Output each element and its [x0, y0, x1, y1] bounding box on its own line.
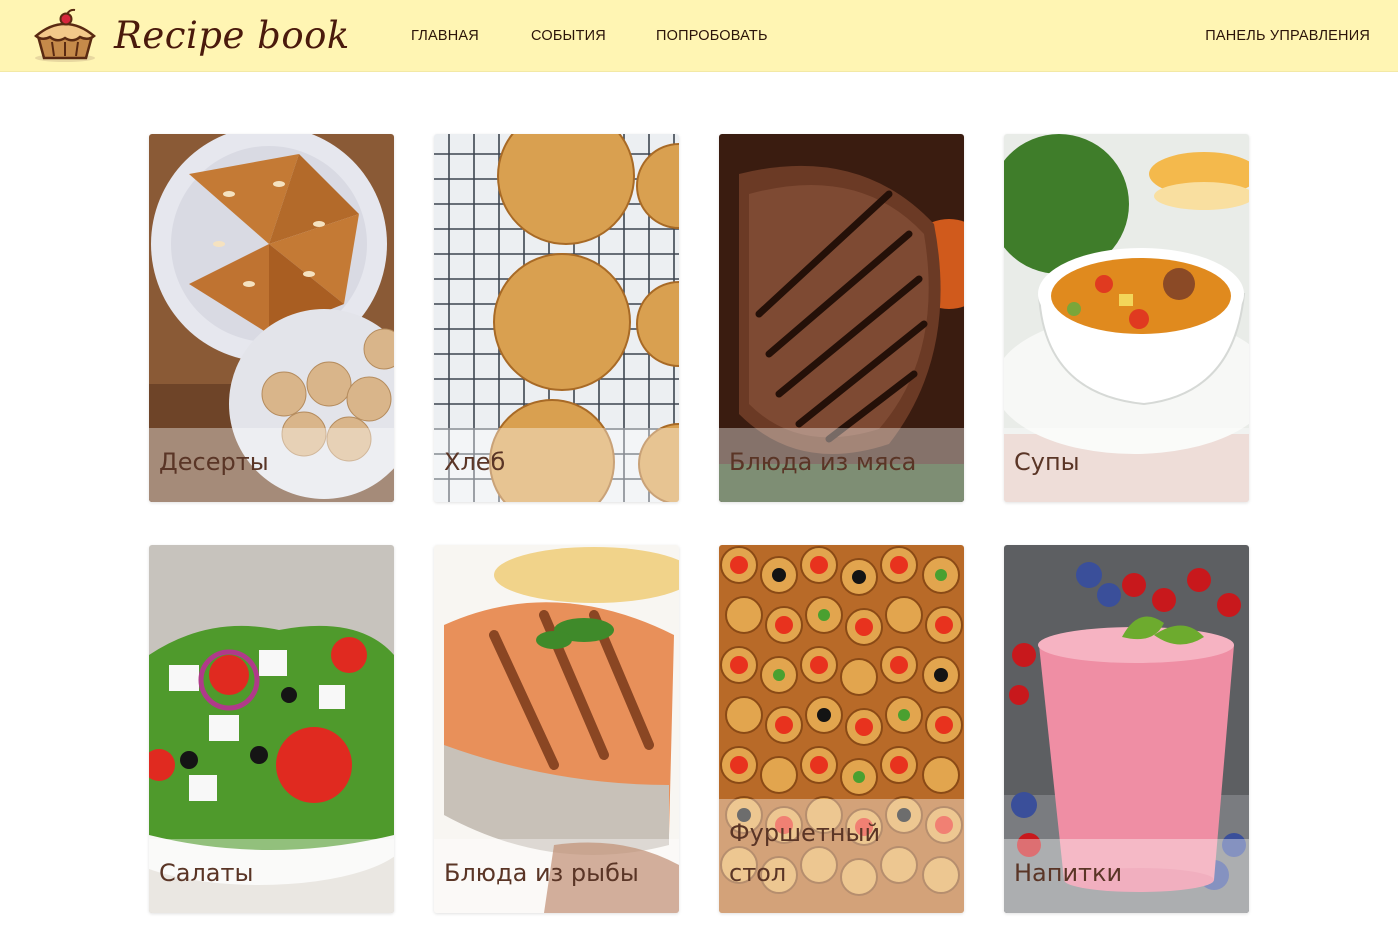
nav-link-events[interactable]: СОБЫТИЯ	[531, 28, 606, 44]
card-caption: Блюда из мяса	[719, 428, 964, 502]
category-card-fish[interactable]: Блюда из рыбы	[434, 545, 679, 913]
category-label: Фуршетный стол	[729, 819, 881, 887]
nav-link-try[interactable]: ПОПРОБОВАТЬ	[656, 28, 768, 44]
category-label: Блюда из мяса	[729, 448, 917, 476]
category-card-drinks[interactable]: Напитки	[1004, 545, 1249, 913]
category-card-meat[interactable]: Блюда из мяса	[719, 134, 964, 502]
category-label: Салаты	[159, 859, 254, 887]
card-caption: Супы	[1004, 428, 1249, 502]
category-card-salads[interactable]: Салаты	[149, 545, 394, 913]
category-card-buffet[interactable]: Фуршетный стол	[719, 545, 964, 913]
card-caption: Десерты	[149, 428, 394, 502]
card-caption: Салаты	[149, 839, 394, 913]
card-caption: Напитки	[1004, 839, 1249, 913]
nav-link-admin-panel[interactable]: ПАНЕЛЬ УПРАВЛЕНИЯ	[1205, 28, 1370, 44]
cupcake-icon[interactable]	[30, 8, 100, 64]
card-caption: Фуршетный стол	[719, 799, 964, 913]
nav-link-home[interactable]: ГЛАВНАЯ	[411, 28, 479, 44]
category-card-desserts[interactable]: Десерты	[149, 134, 394, 502]
category-label: Десерты	[159, 448, 269, 476]
brand-logo-text[interactable]: Recipe book	[114, 8, 350, 64]
category-card-bread[interactable]: Хлеб	[434, 134, 679, 502]
category-label: Хлеб	[444, 448, 506, 476]
card-caption: Блюда из рыбы	[434, 839, 679, 913]
card-caption: Хлеб	[434, 428, 679, 502]
category-label: Блюда из рыбы	[444, 859, 639, 887]
top-navbar: Recipe book ГЛАВНАЯ СОБЫТИЯ ПОПРОБОВАТЬ …	[0, 0, 1398, 72]
category-label: Супы	[1014, 448, 1080, 476]
category-label: Напитки	[1014, 859, 1123, 887]
category-card-soups[interactable]: Супы	[1004, 134, 1249, 502]
